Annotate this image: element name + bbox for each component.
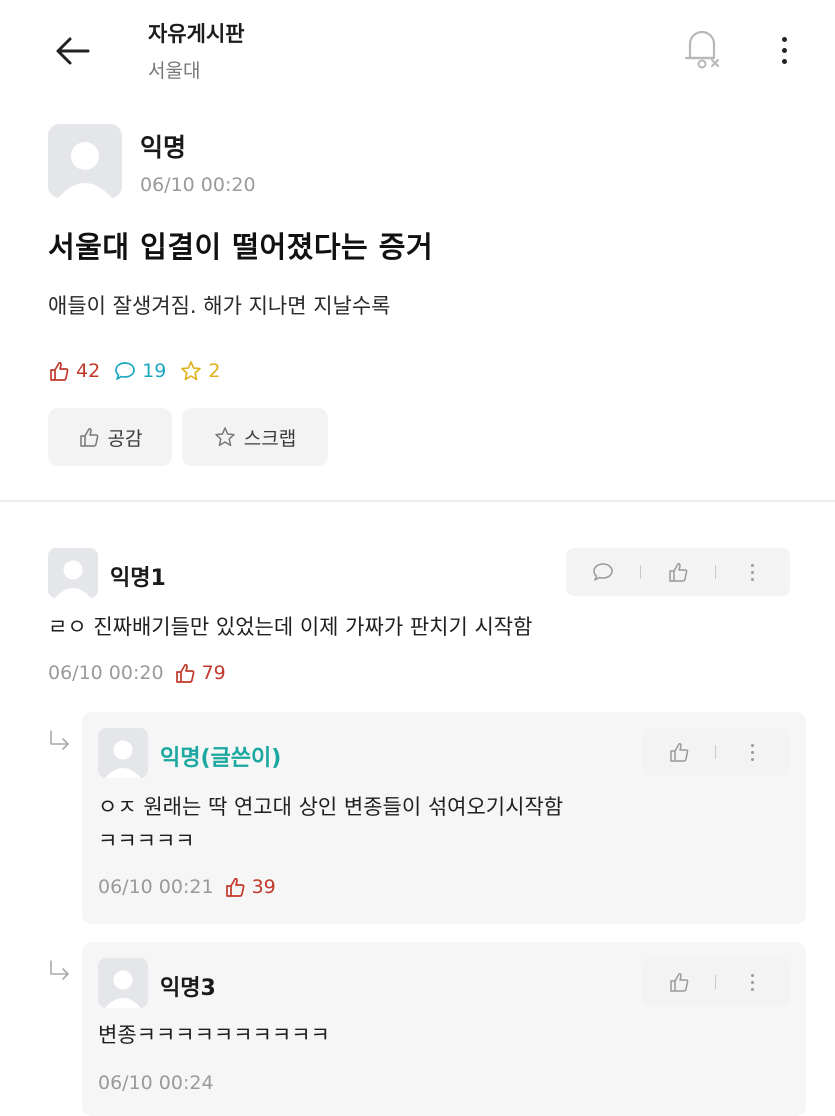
reply-arrow-icon: [50, 730, 69, 750]
avatar-placeholder-icon: [98, 958, 148, 1008]
thumbs-up-icon: [79, 428, 98, 447]
post-stats: 42 19 2: [48, 360, 234, 382]
toolbar-separator: [715, 975, 717, 989]
notification-toggle-button[interactable]: [676, 22, 732, 78]
reply-body-line1: ㅇㅈ 원래는 딱 연고대 상인 변종들이 섞여오기시작함: [98, 795, 564, 819]
reply-arrow-icon: [50, 960, 69, 980]
reply-toolbar: [642, 958, 790, 1006]
comment-count: 19: [114, 360, 166, 382]
section-divider: [0, 500, 835, 502]
toolbar-separator: [714, 565, 716, 579]
thumbs-up-icon: [670, 973, 689, 992]
scrap-count: 2: [180, 360, 220, 382]
scrap-button-label: 스크랩: [243, 427, 297, 450]
more-options-button[interactable]: [766, 26, 802, 74]
comment-author-avatar: [48, 548, 98, 598]
comment-like-count: 79: [174, 662, 226, 684]
toolbar-separator: [715, 745, 717, 759]
comment-count-value: 19: [142, 360, 167, 382]
bell-off-icon: [684, 30, 719, 69]
thumbs-up-icon: [175, 663, 195, 683]
avatar-placeholder-icon: [48, 548, 98, 598]
comment-body: ㄹㅇ 진짜배기들만 있었는데 이제 가짜가 판치기 시작함: [48, 615, 533, 639]
more-vertical-icon: [781, 36, 787, 42]
reply-button[interactable]: [585, 554, 621, 590]
reply-body-line2: ㅋㅋㅋㅋㅋ: [98, 829, 195, 853]
reply-like-button[interactable]: [661, 964, 697, 1000]
reply-like-button[interactable]: [661, 734, 697, 770]
reply-more-button[interactable]: [735, 964, 771, 1000]
post-date: 06/10 00:20: [140, 174, 256, 196]
chat-bubble-icon: [593, 563, 614, 581]
scrap-count-value: 2: [208, 360, 221, 382]
thumbs-up-icon: [225, 877, 245, 897]
board-title: 자유게시판: [148, 22, 245, 46]
comment-toolbar: [566, 548, 790, 596]
reply-like-value: 39: [251, 876, 276, 898]
chat-bubble-icon: [115, 362, 136, 380]
like-count: 42: [48, 360, 100, 382]
reply-more-button[interactable]: [735, 734, 771, 770]
thumbs-up-icon: [50, 361, 69, 381]
board-subtitle: 서울대: [148, 60, 201, 82]
post-author-avatar: [48, 124, 122, 198]
reply-author-avatar: [98, 958, 148, 1008]
reply-author: 익명(글쓴이): [160, 746, 282, 771]
post-author: 익명: [140, 133, 187, 162]
arrow-left-icon: [56, 37, 90, 65]
reply-like-count: 39: [224, 876, 276, 898]
reply-body: 변종ㅋㅋㅋㅋㅋㅋㅋㅋㅋㅋ: [98, 1023, 330, 1047]
reply-toolbar: [642, 728, 790, 776]
thumbs-up-icon: [670, 743, 689, 762]
thumbs-up-icon: [669, 563, 688, 582]
like-button-label: 공감: [107, 427, 143, 450]
comment-author: 익명1: [110, 566, 166, 591]
reply-author: 익명3: [160, 976, 216, 1001]
comment-more-button[interactable]: [735, 554, 771, 590]
more-vertical-icon: [751, 563, 755, 581]
reply-meta: 06/10 00:21 39: [98, 876, 276, 898]
avatar-placeholder-icon: [98, 728, 148, 778]
scrap-button[interactable]: 스크랩: [182, 408, 328, 466]
more-vertical-icon: [751, 743, 755, 761]
like-count-value: 42: [76, 360, 101, 382]
comment-like-button[interactable]: [660, 554, 696, 590]
comment-meta: 06/10 00:20 79: [48, 662, 226, 684]
post-body: 애들이 잘생겨짐. 해가 지나면 지날수록: [48, 294, 391, 318]
reply-date: 06/10 00:21: [98, 876, 214, 898]
toolbar-separator: [640, 565, 642, 579]
comment-date: 06/10 00:20: [48, 662, 164, 684]
star-icon: [215, 427, 235, 447]
post-title: 서울대 입결이 떨어졌다는 증거: [48, 230, 434, 264]
more-vertical-icon: [751, 973, 755, 991]
back-button[interactable]: [44, 28, 100, 74]
reply-meta: 06/10 00:24: [98, 1072, 214, 1094]
comment-like-value: 79: [201, 662, 226, 684]
reply-author-avatar: [98, 728, 148, 778]
like-button[interactable]: 공감: [48, 408, 172, 466]
avatar-placeholder-icon: [48, 124, 122, 198]
star-icon: [181, 361, 202, 381]
reply-date: 06/10 00:24: [98, 1072, 214, 1094]
